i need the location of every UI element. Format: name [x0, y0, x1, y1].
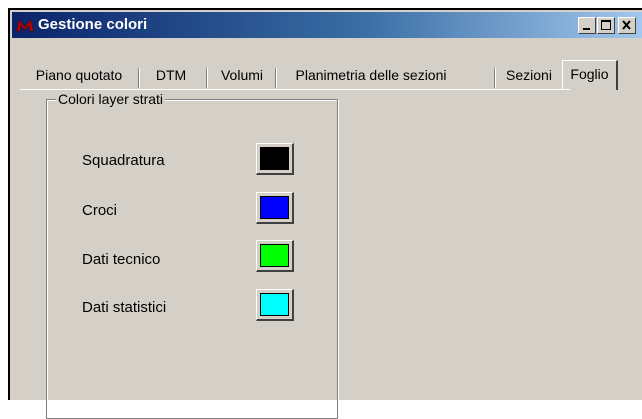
- tab-label: DTM: [155, 67, 187, 83]
- tab-label: Planimetria delle sezioni: [295, 67, 447, 83]
- close-icon: [622, 20, 631, 30]
- color-swatch: [260, 244, 289, 267]
- label-squadratura: Squadratura: [82, 152, 165, 169]
- tab-separator: [206, 68, 208, 88]
- maximize-icon: [601, 20, 611, 30]
- maximize-button[interactable]: [597, 17, 615, 34]
- tab-panel-top-edge: [20, 89, 570, 90]
- color-swatch: [260, 196, 289, 219]
- tab-volumi[interactable]: Volumi: [210, 64, 274, 88]
- color-swatch: [260, 147, 289, 170]
- label-croci: Croci: [82, 202, 118, 219]
- label-dati-statistici: Dati statistici: [82, 299, 167, 316]
- group-title: Colori layer strati: [56, 91, 166, 107]
- close-button[interactable]: [618, 17, 636, 34]
- tab-separator: [138, 68, 140, 88]
- minimize-button[interactable]: [578, 17, 596, 34]
- tab-label: Volumi: [220, 67, 264, 83]
- color-button-squadratura[interactable]: [256, 143, 294, 175]
- tab-label: Piano quotato: [35, 67, 123, 83]
- tab-foglio[interactable]: Foglio: [562, 60, 618, 90]
- tab-separator: [494, 68, 496, 88]
- tab-label: Foglio: [570, 66, 609, 82]
- color-button-dati-tecnico[interactable]: [256, 240, 294, 272]
- tab-piano-quotato[interactable]: Piano quotato: [20, 64, 138, 88]
- minimize-icon: [583, 28, 590, 30]
- app-logo-icon: [16, 17, 34, 33]
- tab-strip: Piano quotato DTM Volumi Planimetria del…: [10, 38, 642, 90]
- color-swatch: [260, 293, 289, 316]
- tab-sezioni[interactable]: Sezioni: [498, 64, 560, 88]
- label-dati-tecnico: Dati tecnico: [82, 251, 161, 268]
- color-button-dati-statistici[interactable]: [256, 289, 294, 321]
- tab-separator: [275, 68, 277, 88]
- tab-label: Sezioni: [506, 67, 552, 83]
- color-button-croci[interactable]: [256, 192, 294, 224]
- tab-planimetria-delle-sezioni[interactable]: Planimetria delle sezioni: [278, 64, 464, 88]
- window-title: Gestione colori: [38, 16, 148, 33]
- title-bar[interactable]: Gestione colori: [12, 12, 642, 38]
- gestione-colori-window: Gestione colori Piano quotato DTM Volumi…: [8, 8, 642, 419]
- tab-dtm[interactable]: DTM: [142, 64, 200, 88]
